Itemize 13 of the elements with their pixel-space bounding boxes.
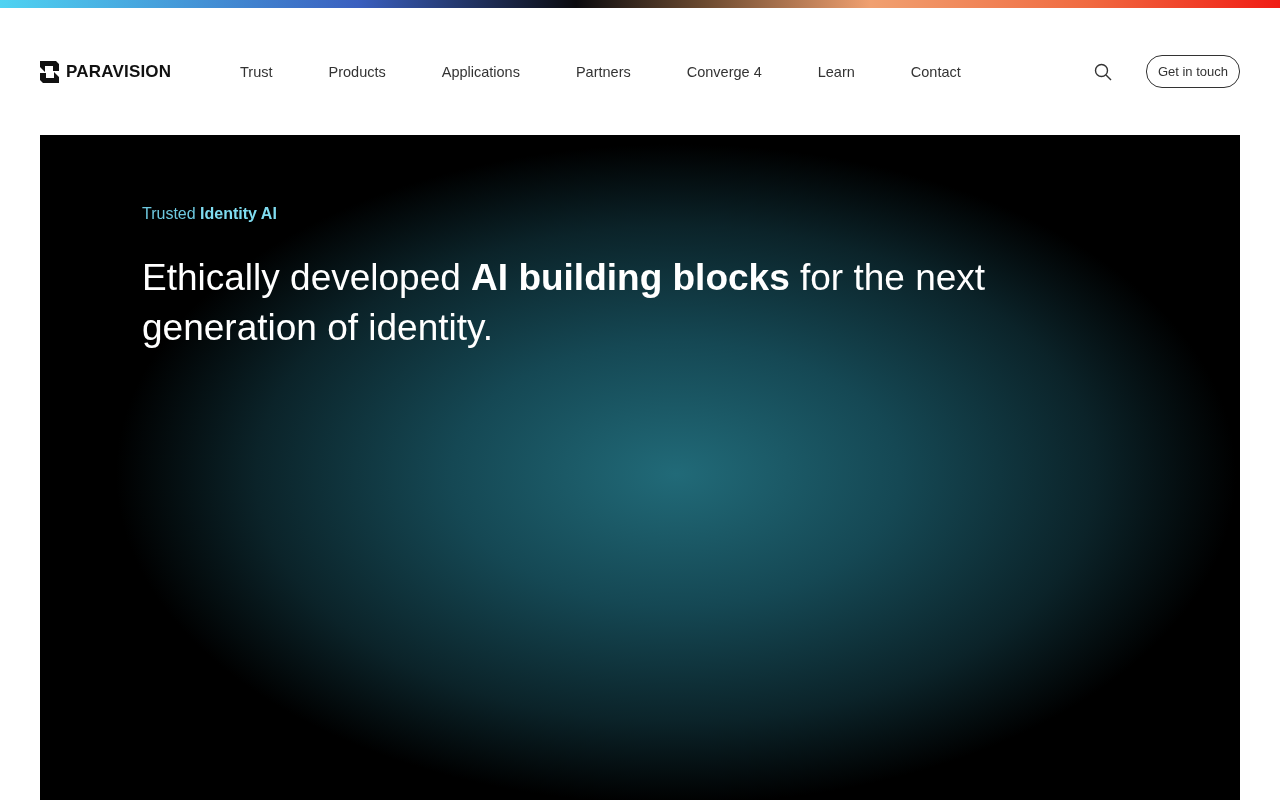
nav-link[interactable]: Trust <box>240 63 273 80</box>
nav-link[interactable]: Contact <box>910 63 961 80</box>
nav-link[interactable]: Products <box>328 63 386 80</box>
nav-link[interactable]: Partners <box>575 63 631 80</box>
get-in-touch-button[interactable]: Get in touch <box>1145 55 1240 88</box>
nav-link[interactable]: Learn <box>817 63 855 80</box>
hero-headline: Ethically developed AI building blocks for the next generation of identity. <box>142 256 987 350</box>
nav-link[interactable]: Applications <box>441 63 520 80</box>
nav-link[interactable]: Converge 4 <box>686 63 762 80</box>
logo-text[interactable]: PARAVISION <box>66 61 172 82</box>
logo-icon <box>40 60 59 83</box>
search-icon[interactable] <box>1093 62 1112 81</box>
eyebrow-text: Trusted Identity AI <box>142 205 278 223</box>
